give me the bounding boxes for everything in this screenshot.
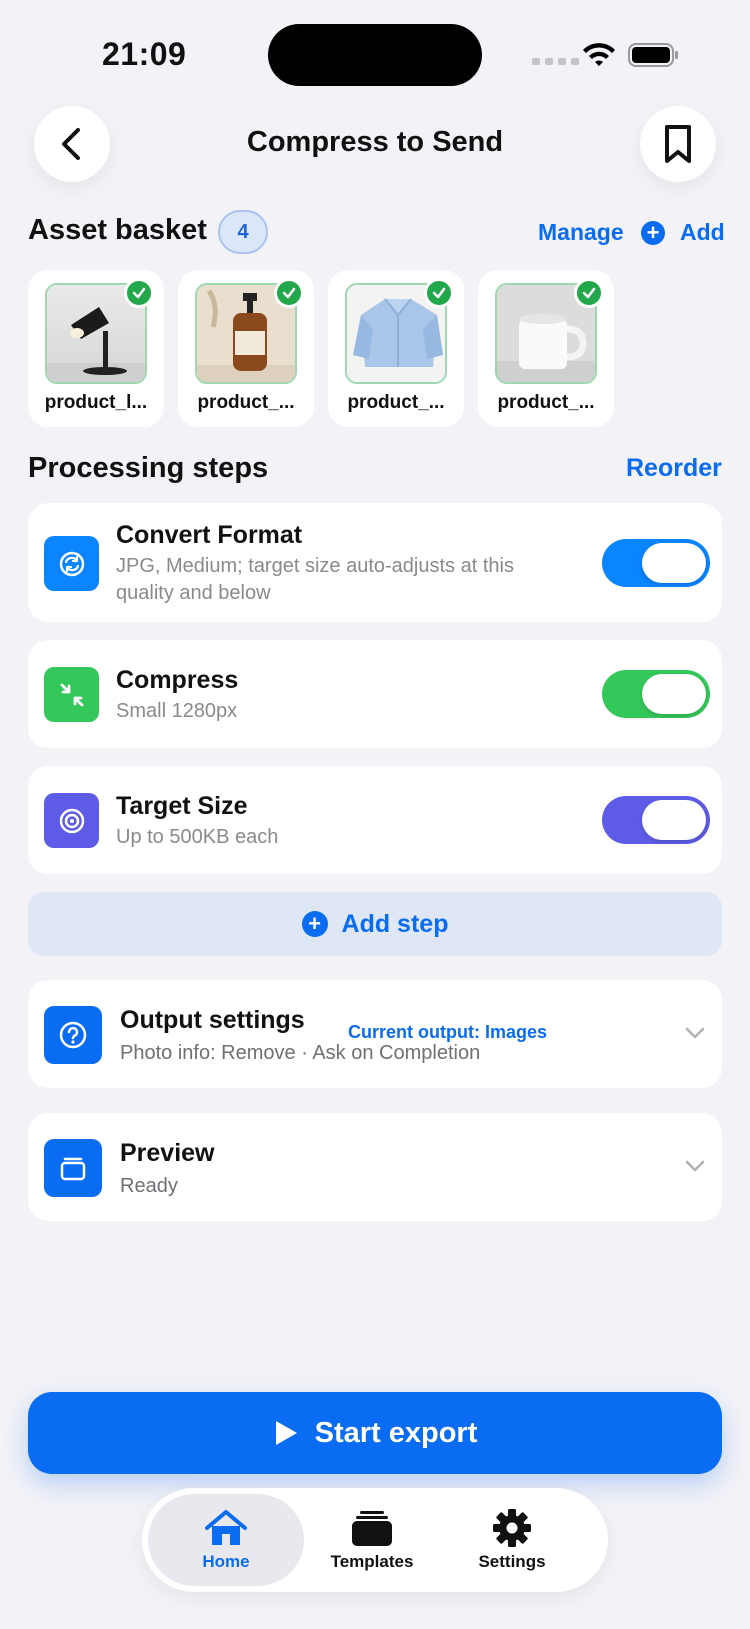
output-settings-card[interactable]: Output settings Current output: Images P… — [28, 980, 722, 1088]
preview-subtitle: Ready — [120, 1175, 178, 1197]
asset-name: product_... — [347, 392, 445, 413]
page-title: Compress to Send — [246, 126, 504, 158]
step-subtitle: Small 1280px — [116, 700, 238, 722]
compress-toggle[interactable] — [602, 670, 710, 718]
output-settings-subtitle: Photo info: Remove · Ask on Completion — [120, 1042, 481, 1064]
step-card-convert-format[interactable]: Convert Format JPG, Medium; target size … — [28, 503, 722, 622]
asset-card[interactable]: product_l... — [28, 270, 164, 427]
asset-basket-title: Asset basket — [28, 214, 207, 246]
asset-card[interactable]: product_... — [328, 270, 464, 427]
tab-label: Settings — [478, 1552, 546, 1571]
home-icon — [205, 1510, 247, 1545]
asset-card[interactable]: product_... — [178, 270, 314, 427]
step-title: Convert Format — [116, 521, 303, 549]
tab-settings[interactable]: Settings — [434, 1494, 590, 1586]
tab-bar: Home Templates Settings — [142, 1488, 608, 1592]
asset-card[interactable]: product_... — [478, 270, 614, 427]
chevron-down-icon — [685, 1027, 705, 1039]
tab-label: Home — [202, 1552, 250, 1571]
bookmark-icon — [665, 125, 691, 163]
step-title: Compress — [116, 666, 239, 694]
output-settings-title: Output settings — [120, 1006, 305, 1034]
dynamic-island — [268, 24, 482, 86]
checkmark-icon — [424, 278, 454, 308]
step-subtitle: JPG, Medium; target size auto-adjusts at… — [116, 555, 514, 604]
gear-icon — [493, 1509, 531, 1547]
preview-title: Preview — [120, 1139, 215, 1167]
status-bar: 21:09 — [0, 0, 750, 100]
plus-icon: + — [301, 911, 328, 937]
asset-name: product_... — [497, 392, 595, 413]
add-asset-button[interactable]: Add — [680, 219, 725, 246]
step-card-target-size[interactable]: Target Size Up to 500KB each — [28, 766, 722, 874]
processing-steps-title: Processing steps — [28, 452, 269, 484]
asset-count-badge: 4 — [218, 210, 268, 254]
target-size-toggle[interactable] — [602, 796, 710, 844]
tab-templates[interactable]: Templates — [294, 1494, 450, 1586]
step-title: Target Size — [116, 792, 248, 820]
chevron-down-icon — [685, 1160, 705, 1172]
wifi-icon — [583, 43, 615, 66]
battery-icon — [628, 43, 678, 67]
start-export-button[interactable]: Start export — [28, 1392, 722, 1474]
checkmark-icon — [124, 278, 154, 308]
compress-icon — [44, 667, 99, 722]
target-icon — [44, 793, 99, 848]
asset-name: product_... — [197, 392, 295, 413]
reorder-button[interactable]: Reorder — [626, 454, 722, 483]
asset-list: product_l... product_... product_... pro… — [28, 270, 614, 427]
play-icon — [275, 1421, 297, 1445]
tab-home[interactable]: Home — [148, 1494, 304, 1586]
stack-icon — [44, 1139, 102, 1197]
templates-icon — [352, 1511, 392, 1546]
convert-icon — [44, 536, 99, 591]
question-icon — [44, 1006, 102, 1064]
step-subtitle: Up to 500KB each — [116, 826, 279, 848]
add-step-button[interactable]: + Add step — [28, 892, 722, 956]
checkmark-icon — [274, 278, 304, 308]
step-card-compress[interactable]: Compress Small 1280px — [28, 640, 722, 748]
checkmark-icon — [574, 278, 604, 308]
add-plus-icon[interactable]: + — [641, 221, 665, 245]
status-time: 21:09 — [102, 36, 187, 72]
start-export-label: Start export — [314, 1416, 478, 1449]
asset-name: product_l... — [44, 392, 148, 413]
convert-format-toggle[interactable] — [602, 539, 710, 587]
add-step-label: Add step — [341, 909, 449, 938]
tab-label: Templates — [330, 1552, 414, 1571]
preview-card[interactable]: Preview Ready — [28, 1113, 722, 1221]
manage-button[interactable]: Manage — [538, 219, 624, 246]
cellular-signal-icon — [532, 58, 579, 65]
bookmark-button[interactable] — [640, 106, 716, 182]
